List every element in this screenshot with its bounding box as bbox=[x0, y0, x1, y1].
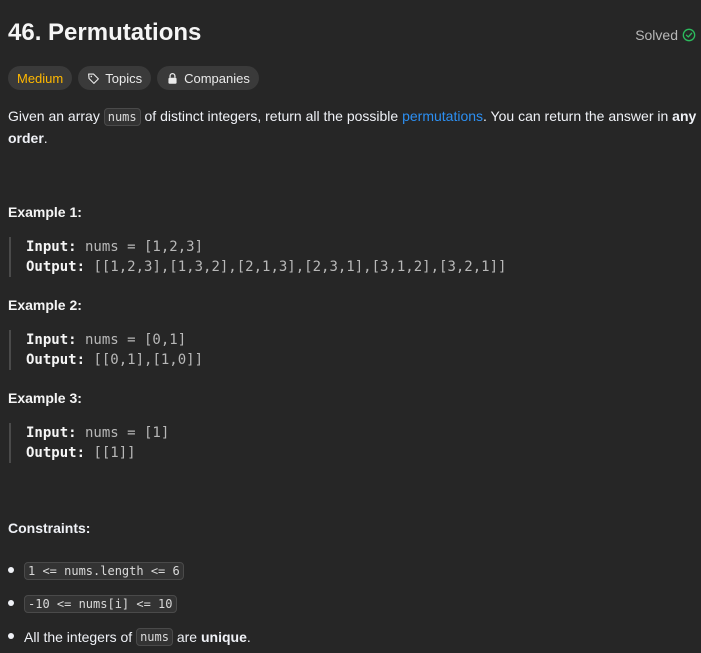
problem-title[interactable]: 46. Permutations bbox=[8, 19, 201, 47]
tags-row: Medium Topics Companies bbox=[8, 66, 259, 90]
statement-text: . bbox=[43, 130, 48, 146]
example-1-title: Example 1: bbox=[8, 204, 82, 220]
bold-unique: unique bbox=[200, 628, 247, 645]
example-1-box: Input: nums = [1,2,3] Output: [[1,2,3],[… bbox=[9, 237, 506, 277]
example-2-box: Input: nums = [0,1] Output: [[0,1],[1,0]… bbox=[9, 330, 203, 370]
constraint-code: nums bbox=[136, 627, 173, 646]
constraint-item: -10 <= nums[i] <= 10 bbox=[8, 587, 608, 620]
constraint-text: . bbox=[246, 628, 251, 645]
example-2-title: Example 2: bbox=[8, 297, 82, 313]
companies-label: Companies bbox=[184, 70, 250, 86]
constraints-title: Constraints: bbox=[8, 520, 91, 536]
constraint-item: 1 <= nums.length <= 6 bbox=[8, 554, 608, 587]
example-3-title: Example 3: bbox=[8, 390, 82, 406]
statement-text: of distinct integers, return all the pos… bbox=[140, 108, 403, 124]
constraint-code: 1 <= nums.length <= 6 bbox=[24, 561, 184, 580]
example-input-line: Input: nums = [0,1] bbox=[26, 330, 203, 350]
input-value: nums = [1] bbox=[76, 425, 170, 441]
output-value: [[0,1],[1,0]] bbox=[85, 352, 204, 368]
lock-icon bbox=[168, 72, 177, 84]
output-value: [[1,2,3],[1,3,2],[2,1,3],[2,3,1],[3,1,2]… bbox=[85, 259, 507, 275]
inline-code-nums: nums bbox=[103, 108, 141, 126]
statement-text: . You can return the answer in bbox=[483, 108, 673, 124]
bullet-icon bbox=[8, 633, 14, 639]
problem-statement: Given an array nums of distinct integers… bbox=[8, 106, 698, 149]
bullet-icon bbox=[8, 567, 14, 573]
constraint-code: -10 <= nums[i] <= 10 bbox=[24, 594, 177, 613]
topics-button[interactable]: Topics bbox=[78, 66, 152, 90]
title-row: 46. Permutations Solved bbox=[8, 0, 696, 70]
permutations-link[interactable]: permutations bbox=[402, 108, 483, 124]
solved-label: Solved bbox=[635, 27, 678, 43]
constraint-item: All the integers of nums are unique. bbox=[8, 620, 608, 653]
input-label: Input: bbox=[26, 332, 77, 348]
output-label: Output: bbox=[26, 259, 86, 275]
example-output-line: Output: [[1]] bbox=[26, 443, 169, 463]
constraint-text: are bbox=[172, 628, 201, 645]
companies-button[interactable]: Companies bbox=[157, 66, 259, 90]
constraint-text: All the integers of bbox=[24, 628, 137, 645]
output-label: Output: bbox=[26, 445, 86, 461]
example-output-line: Output: [[0,1],[1,0]] bbox=[26, 350, 203, 370]
example-output-line: Output: [[1,2,3],[1,3,2],[2,1,3],[2,3,1]… bbox=[26, 257, 506, 277]
input-value: nums = [0,1] bbox=[76, 332, 187, 348]
example-input-line: Input: nums = [1] bbox=[26, 423, 169, 443]
input-value: nums = [1,2,3] bbox=[76, 239, 204, 255]
difficulty-label: Medium bbox=[17, 70, 64, 86]
check-circle-icon bbox=[682, 28, 696, 42]
difficulty-badge[interactable]: Medium bbox=[8, 66, 73, 90]
constraints-list: 1 <= nums.length <= 6 -10 <= nums[i] <= … bbox=[8, 554, 608, 653]
tag-icon bbox=[88, 72, 100, 84]
statement-text: Given an array bbox=[8, 108, 104, 124]
output-value: [[1]] bbox=[85, 445, 136, 461]
topics-label: Topics bbox=[105, 70, 143, 86]
example-input-line: Input: nums = [1,2,3] bbox=[26, 237, 506, 257]
example-3-box: Input: nums = [1] Output: [[1]] bbox=[9, 423, 169, 463]
input-label: Input: bbox=[26, 425, 77, 441]
bullet-icon bbox=[8, 600, 14, 606]
problem-description-panel: 46. Permutations Solved Medium Topics Co… bbox=[8, 0, 696, 646]
output-label: Output: bbox=[26, 352, 86, 368]
solved-status: Solved bbox=[635, 27, 696, 43]
input-label: Input: bbox=[26, 239, 77, 255]
